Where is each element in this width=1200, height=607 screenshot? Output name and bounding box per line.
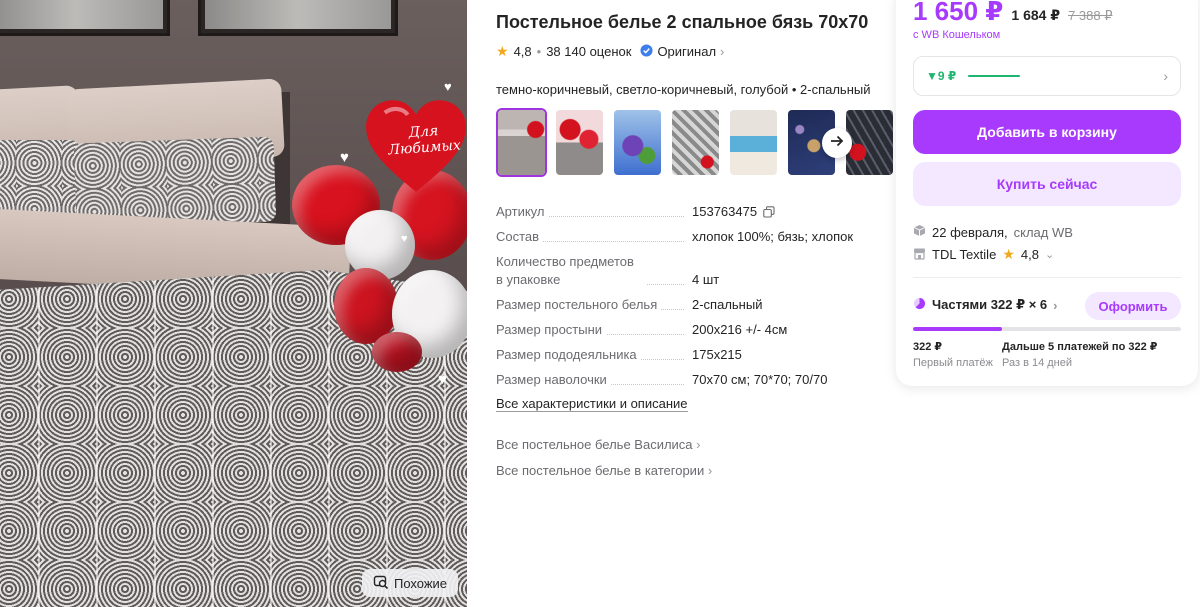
- apply-installments-button[interactable]: Оформить: [1085, 292, 1181, 320]
- spec-key: Количество предметов в упаковке: [496, 253, 646, 289]
- spec-key: Размер постельного белья: [496, 296, 662, 314]
- wallet-price: 1 650 ₽: [913, 0, 1004, 26]
- category-link[interactable]: Все постельное белье в категории ›: [496, 463, 712, 478]
- thumbnails-next-button[interactable]: [822, 128, 852, 158]
- chevron-right-icon: ›: [696, 437, 701, 452]
- old-price: 7 388 ₽: [1068, 8, 1113, 23]
- heart-icon: ♥: [340, 149, 349, 166]
- all-characteristics-link[interactable]: Все характеристики и описание: [496, 396, 688, 412]
- divider: [913, 277, 1181, 278]
- balloon-red: [372, 332, 422, 372]
- next-payments-label: Раз в 14 дней: [1002, 357, 1073, 369]
- copy-icon[interactable]: [763, 206, 775, 221]
- rating-row: ★ 4,8 • 38 140 оценок Оригинал ›: [496, 43, 724, 60]
- spec-value: 200х216 +/- 4см: [692, 322, 788, 337]
- cashback-value: ▼9 ₽: [926, 69, 957, 83]
- spec-row: Размер наволочки 70х70 см; 70*70; 70/70: [496, 371, 866, 389]
- box-icon: [913, 224, 926, 240]
- heart-icon: ♥: [438, 371, 447, 388]
- wall-frame-left: [0, 0, 170, 36]
- spec-key: Размер пододеяльника: [496, 346, 641, 364]
- wall-frame-right: [198, 0, 398, 36]
- similar-label: Похожие: [393, 575, 448, 591]
- seller-row[interactable]: TDL Textile ★ 4,8 ⌄: [913, 246, 1054, 263]
- thumb-beach[interactable]: [728, 108, 779, 177]
- price-row: 1 650 ₽ 1 684 ₽ 7 388 ₽: [913, 0, 1112, 27]
- spec-key: Размер наволочки: [496, 371, 611, 389]
- progress-fill: [913, 327, 1003, 331]
- delivery-date: 22 февраля,: [932, 224, 1008, 240]
- reviews-count[interactable]: 38 140 оценок: [546, 44, 631, 59]
- spec-value: 4 шт: [692, 272, 720, 287]
- category-label: Все постельное белье в категории: [496, 463, 705, 478]
- star-icon: ★: [496, 43, 509, 59]
- separator-dot: •: [536, 44, 542, 59]
- verified-icon: [640, 43, 653, 60]
- thumb-red-hearts[interactable]: [554, 108, 605, 177]
- heart-icon: ♥: [444, 79, 452, 94]
- spec-row: Размер постельного белья 2-спальный: [496, 296, 866, 314]
- arrow-right-icon: [830, 134, 844, 153]
- first-payment-amount: 322 ₽: [913, 341, 943, 353]
- cashback-box[interactable]: ▼9 ₽ ›: [913, 56, 1181, 96]
- thumb-grey[interactable]: [496, 108, 547, 177]
- search-image-icon: [373, 574, 389, 593]
- spec-value: 153763475: [692, 204, 758, 219]
- spec-key: Артикул: [496, 203, 549, 221]
- rating-value: 4,8: [513, 44, 532, 59]
- chevron-right-icon: ›: [720, 44, 725, 59]
- spec-value: 2-спальный: [692, 297, 763, 312]
- chevron-down-icon: ⌄: [1044, 249, 1055, 261]
- product-photo[interactable]: Для Любимых ♥ ♥ ♥ ♥ Похожие: [0, 0, 467, 607]
- seller-name: TDL Textile: [932, 247, 997, 262]
- similar-button[interactable]: Похожие: [362, 569, 458, 597]
- installments-progress: [913, 327, 1181, 331]
- product-title: Постельное белье 2 спальное бязь 70х70: [496, 12, 869, 32]
- color-variants-line: темно-коричневый, светло-коричневый, гол…: [496, 82, 871, 97]
- star-icon: ★: [1002, 246, 1015, 262]
- spec-row: Состав хлопок 100%; бязь; хлопок: [496, 228, 866, 246]
- thumb-blue-roses[interactable]: [612, 108, 663, 177]
- spec-row: Количество предметов в упаковке 4 шт: [496, 253, 866, 289]
- spec-row: Артикул 153763475: [496, 203, 866, 221]
- wallet-note[interactable]: с WB Кошельком: [913, 29, 1000, 41]
- spec-key: Размер простыни: [496, 321, 607, 339]
- spec-value: хлопок 100%; бязь; хлопок: [692, 229, 854, 244]
- add-to-cart-button[interactable]: Добавить в корзину: [913, 110, 1181, 154]
- buy-now-button[interactable]: Купить сейчас: [913, 162, 1181, 206]
- cashback-line: [968, 75, 1021, 77]
- chevron-right-icon: ›: [1053, 297, 1058, 313]
- spec-value: 175х215: [692, 347, 742, 362]
- original-label: Оригинал: [657, 44, 717, 59]
- balloon-inscription: Для Любимых: [387, 123, 462, 159]
- chevron-right-icon: ›: [1163, 68, 1168, 84]
- next-payments-amount: Дальше 5 платежей по 322 ₽: [1002, 341, 1158, 353]
- chevron-right-icon: ›: [707, 463, 713, 478]
- heart-icon: ♥: [401, 233, 408, 245]
- installments-row[interactable]: Частями 322 ₽ × 6 ›: [913, 297, 1058, 313]
- pie-chart-icon: [913, 297, 926, 313]
- next-payments: Дальше 5 платежей по 322 ₽ Раз в 14 дней: [1002, 340, 1157, 369]
- spec-row: Размер простыни 200х216 +/- 4см: [496, 321, 866, 339]
- first-payment: 322 ₽ Первый платёж: [913, 340, 993, 369]
- brand-category-label: Все постельное белье Василиса: [496, 437, 693, 452]
- spec-value: 70х70 см; 70*70; 70/70: [692, 372, 828, 387]
- delivery-row: 22 февраля, склад WB: [913, 224, 1073, 240]
- seller-rating: 4,8: [1020, 247, 1039, 262]
- spec-row: Размер пододеяльника 175х215: [496, 346, 866, 364]
- first-payment-label: Первый платёж: [913, 357, 993, 369]
- shop-icon: [913, 247, 926, 263]
- spec-key: Состав: [496, 228, 544, 246]
- original-badge[interactable]: Оригинал ›: [640, 43, 725, 60]
- warehouse: склад WB: [1013, 224, 1073, 240]
- specs-table: Артикул 153763475 Состав хлопок 100%; бя…: [496, 203, 866, 396]
- installments-label: Частями 322 ₽ × 6: [932, 297, 1048, 312]
- thumb-grey-print[interactable]: [670, 108, 721, 177]
- brand-category-link[interactable]: Все постельное белье Василиса ›: [496, 437, 701, 452]
- regular-price: 1 684 ₽: [1011, 7, 1061, 23]
